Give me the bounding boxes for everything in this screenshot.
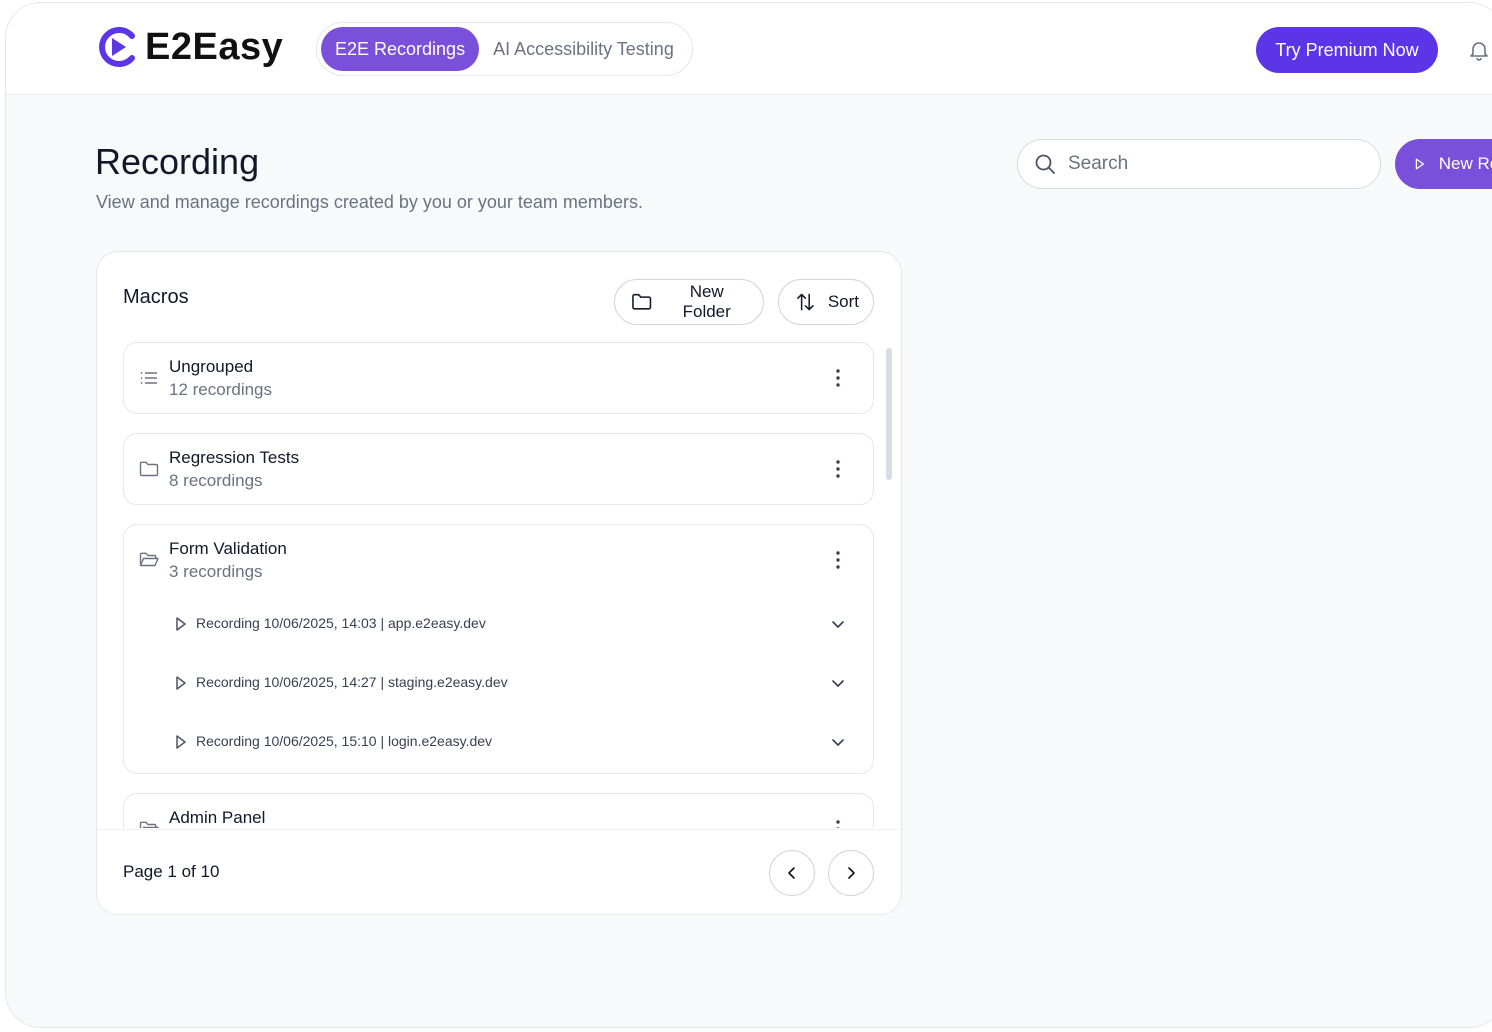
new-recording-button[interactable]: New Recording xyxy=(1395,139,1492,189)
recording-title: Recording 10/06/2025, 14:03 | app.e2easy… xyxy=(196,615,486,631)
more-vertical-icon[interactable] xyxy=(828,458,848,480)
recording-row[interactable]: Recording 10/06/2025, 14:03 | app.e2easy… xyxy=(124,595,873,654)
search-box xyxy=(1017,139,1381,189)
pagination-bar: Page 1 of 10 xyxy=(97,829,901,914)
group-name: Admin Panel xyxy=(169,808,266,827)
folder-icon xyxy=(139,461,159,477)
sort-button[interactable]: Sort xyxy=(778,279,874,325)
logo-text: E2Easy xyxy=(145,25,284,68)
page-title: Recording xyxy=(95,141,260,182)
next-page-button[interactable] xyxy=(828,850,874,896)
more-vertical-icon[interactable] xyxy=(828,367,848,389)
sort-label: Sort xyxy=(827,292,859,311)
search-input[interactable] xyxy=(1068,153,1348,175)
recording-title: Recording 10/06/2025, 15:10 | login.e2ea… xyxy=(196,733,493,749)
list-icon xyxy=(140,372,157,384)
top-navbar: E2Easy E2E Recordings AI Accessibility T… xyxy=(6,3,1492,95)
group-admin-panel[interactable]: Admin Panel xyxy=(123,793,874,828)
chevron-down-icon[interactable] xyxy=(829,615,847,633)
chevron-left-icon xyxy=(788,867,795,879)
play-icon[interactable] xyxy=(174,616,188,632)
macros-card: Macros New Folder Sort Ungrouped 12 reco… xyxy=(96,251,902,915)
group-regression-tests[interactable]: Regression Tests 8 recordings xyxy=(123,433,874,505)
new-recording-label: New Recording xyxy=(1438,154,1492,173)
folder-open-icon xyxy=(139,552,159,567)
macros-title: Macros xyxy=(123,286,189,308)
product-switcher: E2E Recordings AI Accessibility Testing xyxy=(316,22,693,76)
group-name: Ungrouped xyxy=(169,357,254,376)
tab-ai-accessibility-testing[interactable]: AI Accessibility Testing xyxy=(479,27,688,71)
group-ungrouped[interactable]: Ungrouped 12 recordings xyxy=(123,342,874,414)
chevron-down-icon[interactable] xyxy=(829,733,847,751)
page-subtitle: View and manage recordings created by yo… xyxy=(96,192,643,212)
play-icon[interactable] xyxy=(174,734,188,750)
group-count: 8 recordings xyxy=(169,471,263,490)
tab-e2e-recordings[interactable]: E2E Recordings xyxy=(321,27,480,71)
group-name: Form Validation xyxy=(169,539,287,558)
play-icon[interactable] xyxy=(174,675,188,691)
sort-icon xyxy=(797,293,814,311)
logo-icon xyxy=(99,27,135,67)
group-count: 3 recordings xyxy=(169,562,263,581)
chevron-right-icon xyxy=(848,867,855,879)
group-form-validation[interactable]: Form Validation 3 recordings Recording 1… xyxy=(123,524,874,774)
macro-group-list: Ungrouped 12 recordings Regression Tests… xyxy=(97,342,901,828)
chevron-down-icon[interactable] xyxy=(829,674,847,692)
page-indicator: Page 1 of 10 xyxy=(123,862,220,881)
folder-icon xyxy=(632,293,652,310)
search-icon xyxy=(1035,154,1055,174)
recording-title: Recording 10/06/2025, 14:27 | staging.e2… xyxy=(196,674,508,690)
logo[interactable]: E2Easy xyxy=(95,25,283,69)
more-vertical-icon[interactable] xyxy=(828,549,848,571)
bell-icon[interactable] xyxy=(1468,39,1490,61)
app-window: E2Easy E2E Recordings AI Accessibility T… xyxy=(5,2,1492,1028)
group-name: Regression Tests xyxy=(169,448,300,467)
new-folder-label: New Folder xyxy=(682,282,731,321)
recording-row[interactable]: Recording 10/06/2025, 15:10 | login.e2ea… xyxy=(124,713,873,772)
prev-page-button[interactable] xyxy=(769,850,815,896)
play-icon xyxy=(1415,158,1424,170)
new-folder-button[interactable]: New Folder xyxy=(614,279,764,325)
more-vertical-icon[interactable] xyxy=(828,818,848,828)
try-premium-button[interactable]: Try Premium Now xyxy=(1256,27,1438,73)
group-count: 12 recordings xyxy=(169,380,273,399)
recording-row[interactable]: Recording 10/06/2025, 14:27 | staging.e2… xyxy=(124,654,873,713)
folder-open-icon xyxy=(139,821,159,828)
